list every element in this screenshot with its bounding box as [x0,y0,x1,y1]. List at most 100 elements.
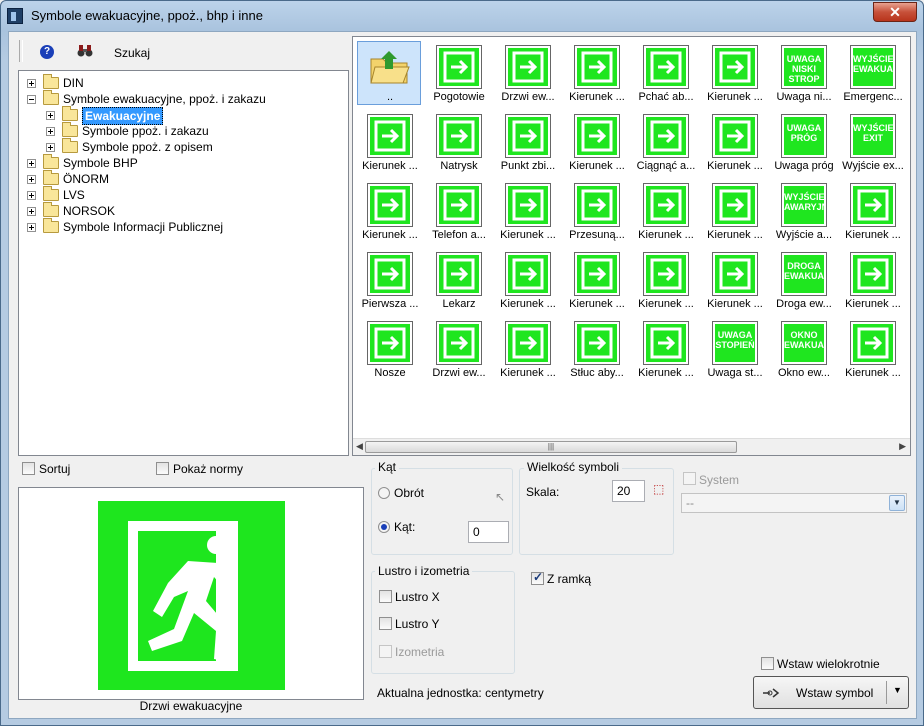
symbol-tile[interactable]: Kierunek ... [840,248,906,314]
symbol-tile[interactable]: Kierunek ... [702,110,768,176]
binoculars-icon[interactable] [77,44,93,58]
chevron-down-icon[interactable]: ▼ [889,495,905,511]
symbol-tile[interactable]: UWAGA PRÓG Uwaga próg [771,110,837,176]
symbol-tile[interactable]: Przesuną... [564,179,630,245]
symbol-tile[interactable]: Nosze [357,317,423,383]
symbol-tile[interactable]: Ciągnąć a... [633,110,699,176]
sign-graphic [715,255,755,293]
system-select[interactable]: -- ▼ [681,493,907,513]
category-tree[interactable]: DIN Symbole ewakuacyjne, ppoż. i zakazu Ew… [18,70,349,456]
expand-icon[interactable] [27,79,36,88]
symbol-tile[interactable]: WYJŚCIE EXIT Wyjście ex... [840,110,906,176]
expand-icon[interactable] [27,191,36,200]
door-run-left-icon [643,321,689,365]
symbol-tile[interactable]: Kierunek ... [633,248,699,314]
symbol-tile[interactable]: Natrysk [426,110,492,176]
expand-icon[interactable] [46,143,55,152]
system-checkbox[interactable] [683,472,696,485]
symbol-tile[interactable]: OKNO EWAKUACYJNE Okno ew... [771,317,837,383]
angle-input[interactable]: 0 [468,521,509,543]
expand-icon[interactable] [27,159,36,168]
scroll-left-icon[interactable]: ◀ [356,441,363,452]
symbol-tile[interactable]: UWAGA STOPIEŃ Uwaga st... [702,317,768,383]
symbol-tile[interactable]: Kierunek ... [564,110,630,176]
door-arrow-right-icon [505,183,551,227]
mirror-y-checkbox[interactable] [379,617,392,630]
symbol-tile[interactable]: Drzwi ew... [495,41,561,107]
symbol-tile[interactable]: Kierunek ... [633,179,699,245]
show-norms-checkbox[interactable] [156,462,169,475]
symbol-tile[interactable]: Kierunek ... [564,41,630,107]
scale-input[interactable]: 20 [612,480,645,502]
symbol-tile[interactable]: Kierunek ... [840,317,906,383]
scale-picker-icon[interactable]: ⬚ [653,482,664,496]
sign-graphic [439,186,479,224]
folder-icon [43,74,59,89]
symbol-tile[interactable]: .. [357,41,423,107]
expand-icon[interactable] [27,223,36,232]
insert-symbol-button[interactable]: Wstaw symbol ▼ [753,676,909,709]
text-sign-icon: WYJŚCIE EXIT [850,114,896,158]
symbol-tile[interactable]: Kierunek ... [702,248,768,314]
symbol-tile[interactable]: Pierwsza ... [357,248,423,314]
symbol-grid[interactable]: .. Pogotowie Drzwi ew... Kierunek ... Pchać … [352,36,911,456]
angle-label: Kąt: [394,520,416,534]
symbol-tile[interactable]: Pchać ab... [633,41,699,107]
symbol-label: Telefon a... [432,229,486,241]
insert-multiple-checkbox[interactable] [761,657,774,670]
symbol-label: Kierunek ... [569,91,625,103]
direction-down-run-icon [712,114,758,158]
sort-label: Sortuj [39,462,71,476]
horizontal-scrollbar[interactable]: ◀ ||| ▶ [353,438,910,455]
symbol-tile[interactable]: Pogotowie [426,41,492,107]
direction-up-icon [712,45,758,89]
symbol-tile[interactable]: Drzwi ew... [426,317,492,383]
collapse-icon[interactable] [27,95,36,104]
sort-checkbox[interactable] [22,462,35,475]
symbol-label: Kierunek ... [638,229,694,241]
symbol-tile[interactable]: Kierunek ... [495,179,561,245]
symbol-tile[interactable]: Punkt zbi... [495,110,561,176]
frame-checkbox[interactable] [531,570,544,585]
symbol-tile[interactable]: Kierunek ... [633,317,699,383]
dropdown-arrow-icon[interactable]: ▼ [893,685,902,695]
symbol-tile[interactable]: Kierunek ... [702,179,768,245]
toolbar-grip[interactable] [19,40,23,62]
isometry-checkbox[interactable] [379,645,392,658]
scroll-right-icon[interactable]: ▶ [899,441,906,452]
expand-icon[interactable] [27,175,36,184]
symbol-tile[interactable]: Kierunek ... [357,179,423,245]
symbol-tile[interactable]: Lekarz [426,248,492,314]
symbol-tile[interactable]: Kierunek ... [495,248,561,314]
symbol-tile[interactable]: DROGA EWAKUACYJNA Droga ew... [771,248,837,314]
help-icon[interactable]: ? [40,45,54,59]
scroll-thumb[interactable]: ||| [365,441,737,453]
symbol-tile[interactable]: Kierunek ... [564,248,630,314]
close-button[interactable]: ✕ [873,2,917,22]
symbol-tile[interactable]: UWAGA NISKI STROP Uwaga ni... [771,41,837,107]
symbol-tile[interactable]: Kierunek ... [702,41,768,107]
angle-radio[interactable] [378,521,390,533]
tree-item-label: Symbole ppoż. z opisem [82,140,213,154]
expand-icon[interactable] [27,207,36,216]
symbol-tile[interactable]: Kierunek ... [840,179,906,245]
symbol-tile[interactable]: WYJŚCIE EWAKUACYJNE Emergenc... [840,41,906,107]
rotation-radio[interactable] [378,487,390,499]
expand-icon[interactable] [46,127,55,136]
symbol-label: Kierunek ... [362,229,418,241]
symbol-tile[interactable]: WYJŚCIE AWARYJNE Wyjście a... [771,179,837,245]
title-bar[interactable]: Symbole ewakuacyjne, ppoż., bhp i inne ✕ [1,1,923,31]
sign-graphic [370,117,410,155]
preview-caption: Drzwi ewakuacyjne [139,699,243,713]
search-button[interactable]: Szukaj [114,46,150,60]
diag-left-run-icon [712,252,758,296]
mirror-x-checkbox[interactable] [379,590,392,603]
symbol-label: Natrysk [440,160,478,172]
symbol-tile[interactable]: Kierunek ... [495,317,561,383]
expand-icon[interactable] [46,111,55,120]
folder-icon [43,186,59,201]
tree-item-label: NORSOK [63,204,116,218]
symbol-tile[interactable]: Kierunek ... [357,110,423,176]
symbol-tile[interactable]: Stłuc aby... [564,317,630,383]
symbol-tile[interactable]: Telefon a... [426,179,492,245]
